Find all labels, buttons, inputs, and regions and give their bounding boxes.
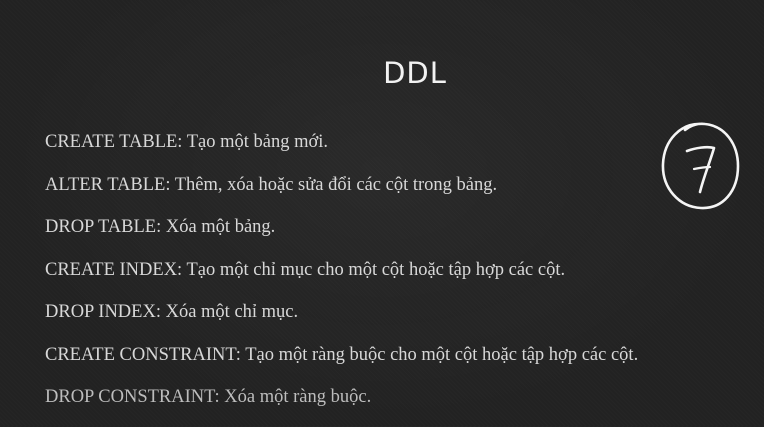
hand-drawn-circle [661,122,740,210]
list-item-create-table: CREATE TABLE: Tạo một bảng mới. [45,132,329,152]
slide: DDL CREATE TABLE: Tạo một bảng mới. ALTE… [0,0,764,426]
list-item-drop-table: DROP TABLE: Xóa một bảng. [45,217,276,237]
list-item-alter-table: ALTER TABLE: Thêm, xóa hoặc sửa đổi các … [45,174,498,195]
list-item-create-constraint: CREATE CONSTRAINT: Tạo một ràng buộc cho… [45,344,639,365]
ddl-command-list: CREATE TABLE: Tạo một bảng mới. ALTER TA… [45,129,638,427]
handwritten-circled-number [661,122,740,210]
slide-title: DDL [383,56,447,90]
list-item-create-index: CREATE INDEX: Tạo một chỉ mục cho một cộ… [45,259,566,280]
list-item-drop-constraint: DROP CONSTRAINT: Xóa một ràng buộc. [45,387,372,407]
handwritten-seven [685,145,716,194]
list-item-drop-index: DROP INDEX: Xóa một chỉ mục. [45,302,299,322]
